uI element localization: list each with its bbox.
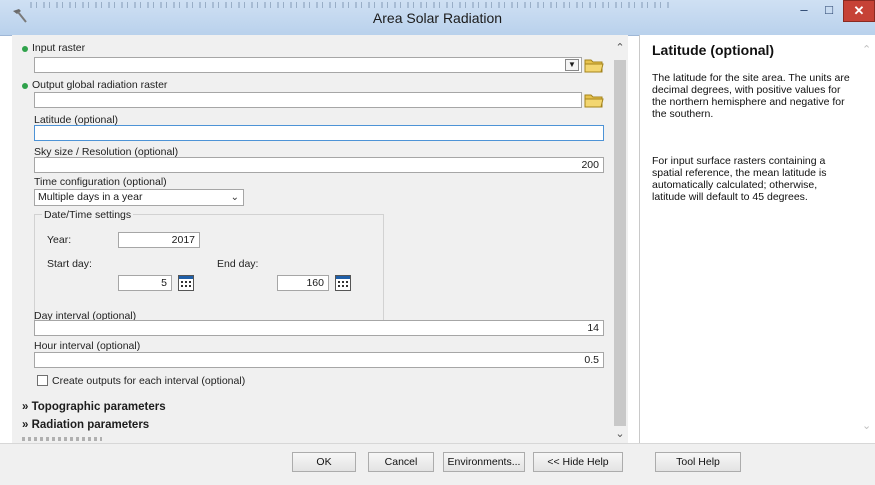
expand-icon: » xyxy=(22,419,29,431)
year-label: Year: xyxy=(47,234,72,246)
help-title: Latitude (optional) xyxy=(652,42,775,58)
end-day-field[interactable]: 160 xyxy=(277,275,329,291)
expand-icon: » xyxy=(22,401,29,413)
latitude-field[interactable] xyxy=(34,125,604,141)
calendar-icon[interactable] xyxy=(178,275,194,291)
minimize-icon[interactable]: – xyxy=(792,0,816,22)
help-paragraph: The latitude for the site area. The unit… xyxy=(652,72,850,120)
hour-interval-field[interactable]: 0.5 xyxy=(34,352,604,368)
start-day-field[interactable]: 5 xyxy=(118,275,172,291)
title-bar[interactable]: Area Solar Radiation – □ ✕ xyxy=(0,0,875,36)
folder-icon[interactable] xyxy=(584,56,604,74)
window-title: Area Solar Radiation xyxy=(372,10,503,26)
cancel-button[interactable]: Cancel xyxy=(368,452,434,472)
ok-button[interactable]: OK xyxy=(292,452,356,472)
create-outputs-label: Create outputs for each interval (option… xyxy=(52,375,246,387)
calendar-icon[interactable] xyxy=(335,275,351,291)
create-outputs-checkbox[interactable] xyxy=(37,375,48,386)
chevron-down-icon[interactable]: ▼ xyxy=(565,59,579,71)
hour-interval-label: Hour interval (optional) xyxy=(34,340,141,352)
close-icon[interactable]: ✕ xyxy=(843,0,875,22)
scrollbar-thumb[interactable] xyxy=(614,60,626,426)
parameters-pane: Input raster ▼ Output global radiation r… xyxy=(12,35,612,443)
folder-icon[interactable] xyxy=(584,91,604,109)
time-config-label: Time configuration (optional) xyxy=(34,176,167,188)
required-indicator-icon xyxy=(22,83,28,89)
radiation-section-toggle[interactable]: » Radiation parameters xyxy=(22,419,149,431)
form-scrollbar[interactable]: ⌃ ⌄ xyxy=(612,35,628,443)
scroll-up-icon[interactable]: ⌃ xyxy=(862,43,871,56)
year-field[interactable]: 2017 xyxy=(118,232,200,248)
chevron-down-icon: ⌄ xyxy=(230,192,239,203)
title-bar-artifact xyxy=(30,2,670,8)
time-config-value: Multiple days in a year xyxy=(38,191,143,203)
tool-help-button[interactable]: Tool Help xyxy=(655,452,741,472)
input-raster-label: Input raster xyxy=(32,42,86,54)
topographic-section-toggle[interactable]: » Topographic parameters xyxy=(22,401,166,413)
clipped-section-artifact xyxy=(22,437,102,441)
datetime-group-label: Date/Time settings xyxy=(42,209,134,221)
scroll-down-icon[interactable]: ⌄ xyxy=(612,427,628,441)
start-day-label: Start day: xyxy=(47,258,92,270)
button-bar: OK Cancel Environments... << Hide Help T… xyxy=(0,443,875,485)
topographic-section-label: Topographic parameters xyxy=(31,401,166,413)
day-interval-field[interactable]: 14 xyxy=(34,320,604,336)
required-indicator-icon xyxy=(22,46,28,52)
tool-dialog: Area Solar Radiation – □ ✕ Input raster … xyxy=(0,0,875,485)
scroll-up-icon[interactable]: ⌃ xyxy=(612,41,628,55)
time-config-select[interactable]: Multiple days in a year ⌄ xyxy=(34,189,244,206)
maximize-icon[interactable]: □ xyxy=(817,0,841,22)
help-pane: Latitude (optional) The latitude for the… xyxy=(639,35,875,443)
hide-help-button[interactable]: << Hide Help xyxy=(533,452,623,472)
end-day-label: End day: xyxy=(217,258,259,270)
help-paragraph: For input surface rasters containing a s… xyxy=(652,155,827,203)
scroll-down-icon[interactable]: ⌄ xyxy=(862,419,871,432)
environments-button[interactable]: Environments... xyxy=(443,452,525,472)
input-raster-field[interactable] xyxy=(34,57,582,73)
sky-size-field[interactable]: 200 xyxy=(34,157,604,173)
output-raster-label: Output global radiation raster xyxy=(32,79,168,91)
output-raster-field[interactable] xyxy=(34,92,582,108)
radiation-section-label: Radiation parameters xyxy=(31,419,150,431)
